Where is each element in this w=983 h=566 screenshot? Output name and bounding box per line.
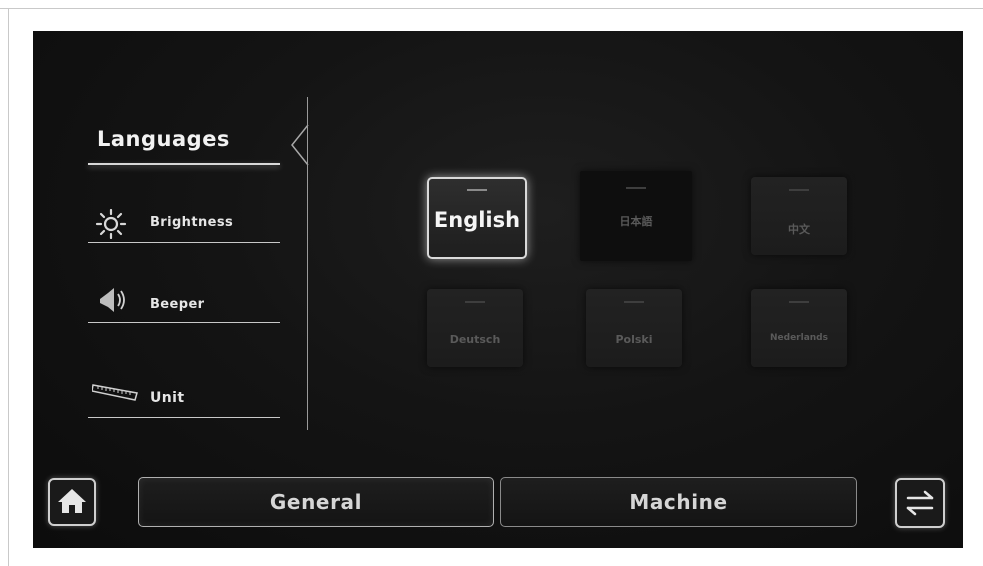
tile-indicator — [624, 301, 644, 303]
language-tile-polski[interactable]: Polski — [586, 289, 682, 367]
device-screen: Languages Brightness Beeper Unit English… — [33, 31, 963, 548]
language-tile-japanese[interactable]: 日本語 — [580, 171, 692, 261]
selected-underline — [88, 163, 280, 165]
sidebar-item-unit[interactable]: Unit — [88, 376, 280, 418]
sidebar-item-label: Unit — [150, 390, 185, 406]
tile-indicator — [465, 301, 485, 303]
language-label: 中文 — [788, 223, 810, 236]
tile-indicator — [789, 301, 809, 303]
sun-icon — [95, 209, 127, 239]
tab-label: Machine — [629, 490, 728, 514]
item-underline — [88, 417, 280, 418]
language-tile-deutsch[interactable]: Deutsch — [427, 289, 523, 367]
tile-indicator — [626, 187, 646, 189]
sidebar-item-label: Languages — [97, 127, 230, 151]
language-label: 日本語 — [619, 215, 653, 228]
tile-indicator — [467, 189, 487, 191]
ruler-icon — [92, 384, 138, 401]
home-button[interactable] — [48, 478, 96, 526]
language-label: Polski — [615, 333, 653, 346]
language-label: Deutsch — [449, 333, 501, 346]
language-tile-english[interactable]: English — [427, 177, 527, 259]
frame-border — [0, 8, 983, 9]
tab-general[interactable]: General — [138, 477, 494, 527]
language-label: Nederlands — [770, 333, 828, 343]
sidebar-item-brightness[interactable]: Brightness — [88, 201, 280, 243]
frame-border — [8, 8, 9, 566]
speaker-icon — [100, 288, 125, 312]
language-tile-chinese[interactable]: 中文 — [751, 177, 847, 255]
swap-button[interactable] — [895, 478, 945, 528]
language-tile-nederlands[interactable]: Nederlands — [751, 289, 847, 367]
sidebar-item-languages[interactable]: Languages — [88, 121, 280, 165]
sidebar-item-beeper[interactable]: Beeper — [88, 281, 280, 323]
item-underline — [88, 242, 280, 243]
item-underline — [88, 322, 280, 323]
home-icon — [58, 489, 86, 513]
sidebar-item-label: Brightness — [150, 215, 234, 230]
sidebar-divider — [307, 97, 308, 430]
sidebar-item-label: Beeper — [150, 297, 205, 312]
tab-machine[interactable]: Machine — [500, 477, 857, 527]
tile-indicator — [789, 189, 809, 191]
swap-arrows-icon — [906, 490, 934, 516]
language-label: English — [433, 208, 521, 232]
tab-label: General — [269, 490, 363, 514]
